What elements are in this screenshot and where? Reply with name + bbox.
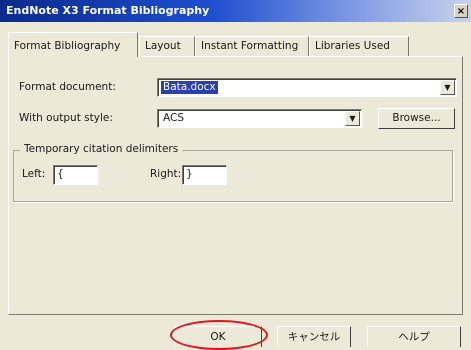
right-delimiter-label: Right: (150, 168, 182, 180)
delimiters-group-label: Temporary citation delimiters (20, 143, 183, 155)
cancel-button[interactable]: キャンセル (277, 326, 351, 347)
format-document-value: Bata.docx (161, 81, 218, 94)
tab-layout[interactable]: Layout (139, 36, 195, 56)
chevron-down-icon[interactable]: ▼ (440, 80, 455, 95)
output-style-value: ACS (163, 112, 184, 124)
browse-button[interactable]: Browse... (378, 108, 455, 129)
left-delimiter-label: Left: (22, 168, 46, 180)
close-icon[interactable]: × (454, 4, 468, 18)
left-delimiter-value: { (57, 168, 64, 180)
chevron-down-icon[interactable]: ▼ (345, 111, 360, 126)
highlight-ring (170, 320, 268, 350)
output-style-label: With output style: (19, 112, 113, 124)
tab-instant-formatting[interactable]: Instant Formatting (195, 36, 309, 56)
right-delimiter-value: } (186, 168, 193, 180)
tab-format-bibliography[interactable]: Format Bibliography (8, 32, 138, 57)
help-button[interactable]: ヘルプ (367, 326, 461, 347)
window-title: EndNote X3 Format Bibliography (6, 4, 210, 17)
right-delimiter-input[interactable]: } (182, 165, 227, 185)
format-document-label: Format document: (19, 81, 116, 93)
left-delimiter-input[interactable]: { (53, 165, 98, 185)
title-bar: EndNote X3 Format Bibliography × (0, 0, 471, 22)
tab-libraries-used[interactable]: Libraries Used (309, 36, 409, 56)
delimiters-group: Temporary citation delimiters Left: { Ri… (13, 143, 453, 202)
format-document-select[interactable]: Bata.docx ▼ (157, 78, 457, 97)
output-style-select[interactable]: ACS ▼ (157, 109, 362, 128)
